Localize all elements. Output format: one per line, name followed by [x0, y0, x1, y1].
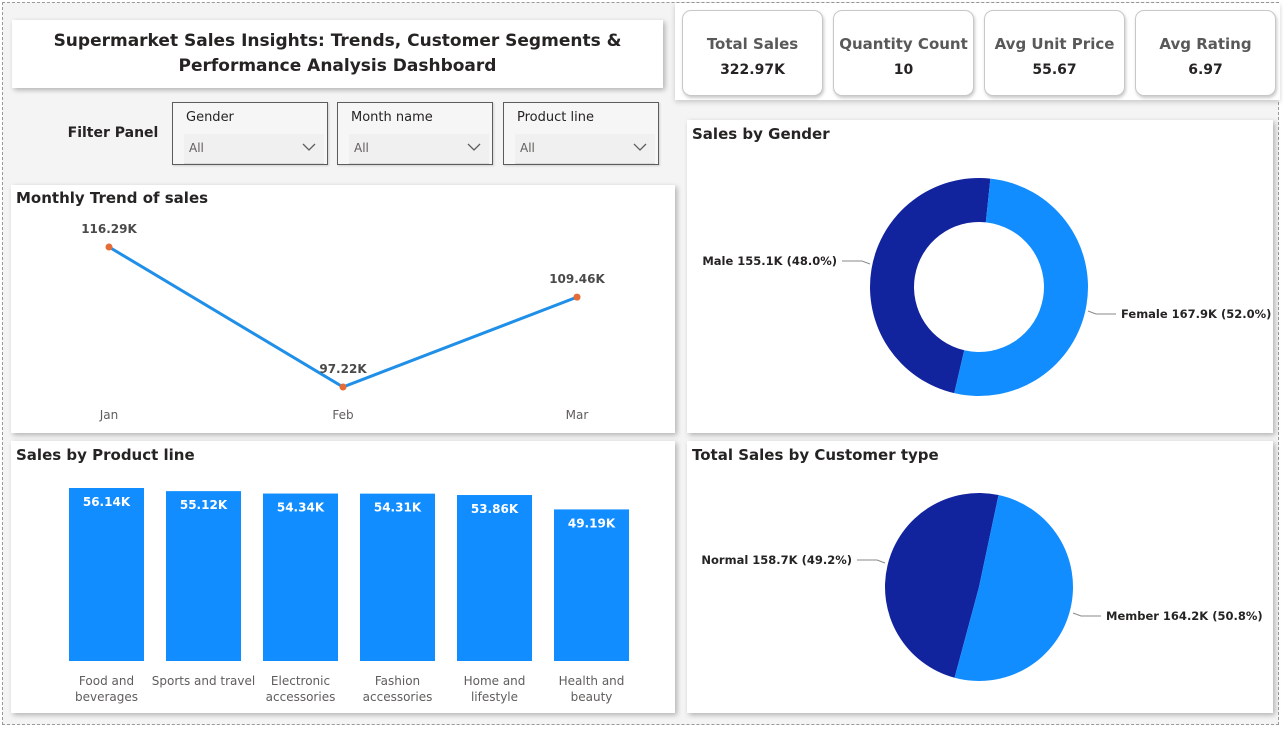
filter-panel-label: Filter Panel [67, 125, 159, 141]
chevron-down-icon [302, 143, 316, 151]
gender-dropdown[interactable]: All [184, 134, 324, 164]
month-name-dropdown[interactable]: All [349, 134, 489, 164]
slicer-gender: Gender All [172, 102, 328, 165]
slicer-title: Product line [517, 110, 594, 125]
line-chart[interactable]: 116.29K Jan 97.22K Feb 109.46K Mar [11, 185, 675, 433]
dropdown-value: All [520, 141, 535, 155]
x-tick-label: Food and [79, 674, 134, 688]
kpi-label: Avg Rating [1159, 35, 1252, 53]
kpi-value: 322.97K [720, 62, 785, 78]
dropdown-value: All [354, 141, 369, 155]
x-tick-label: Electronic [271, 674, 330, 688]
bar[interactable] [360, 493, 435, 661]
x-tick-label: beverages [75, 690, 138, 704]
kpi-label: Avg Unit Price [994, 35, 1115, 53]
kpi-card-avg-unit-price[interactable]: Avg Unit Price 55.67 [984, 10, 1125, 96]
x-tick-label: Fashion [375, 674, 420, 688]
monthly-trend-card: Monthly Trend of sales 116.29K Jan 97.22K F… [11, 185, 675, 433]
data-label: 97.22K [319, 362, 367, 376]
dropdown-value: All [189, 141, 204, 155]
bar[interactable] [263, 493, 338, 661]
bar-data-label: 49.19K [568, 516, 616, 530]
page-title-text: Supermarket Sales Insights: Trends, Cust… [53, 31, 622, 76]
slice-label: Male 155.1K (48.0%) [702, 254, 837, 268]
bar[interactable] [69, 488, 144, 661]
bar-data-label: 56.14K [83, 495, 131, 509]
bar[interactable] [554, 509, 629, 661]
bar[interactable] [166, 491, 241, 661]
leader-line [842, 260, 871, 265]
x-tick-label: Home and [464, 674, 526, 688]
slice-label: Normal 158.7K (49.2%) [701, 553, 852, 567]
sales-by-gender-card: Sales by Gender Male 155.1K (48.0%) Femal… [687, 120, 1273, 433]
slice-label: Female 167.9K (52.0%) [1121, 307, 1271, 321]
data-point-feb[interactable] [339, 383, 347, 391]
data-point-mar[interactable] [573, 293, 581, 301]
kpi-value: 6.97 [1188, 62, 1223, 78]
donut-chart[interactable]: Male 155.1K (48.0%) Female 167.9K (52.0%) [687, 120, 1273, 433]
kpi-strip: Total Sales 322.97K Quantity Count 10 Av… [675, 3, 1280, 100]
data-label: 116.29K [81, 222, 137, 236]
leader-line [857, 559, 886, 564]
product-line-dropdown[interactable]: All [515, 134, 655, 164]
slicer-title: Gender [186, 110, 234, 125]
slicer-month-name: Month name All [337, 102, 493, 165]
x-tick-label: lifestyle [471, 690, 518, 704]
kpi-value: 55.67 [1032, 62, 1077, 78]
bar-data-label: 54.31K [374, 501, 422, 515]
x-tick-label: beauty [571, 690, 613, 704]
bar-chart[interactable]: 56.14K Food and beverages 55.12K Sports and … [11, 441, 675, 713]
sales-by-customer-type-card: Total Sales by Customer type Normal 158.… [687, 441, 1273, 713]
bar[interactable] [457, 495, 532, 661]
leader-line [1072, 612, 1101, 617]
chevron-down-icon [467, 143, 481, 151]
data-point-jan[interactable] [105, 243, 113, 251]
slicer-title: Month name [351, 110, 433, 125]
kpi-label: Quantity Count [839, 35, 968, 53]
x-tick-label: Mar [566, 408, 589, 422]
x-tick-label: Feb [332, 408, 353, 422]
kpi-label: Total Sales [706, 35, 799, 53]
x-tick-label: Sports and travel [152, 674, 255, 688]
sales-by-product-line-card: Sales by Product line 56.14K Food and beve… [11, 441, 675, 713]
bar-data-label: 53.86K [471, 502, 519, 516]
kpi-value: 10 [893, 62, 914, 78]
data-label: 109.46K [549, 272, 605, 286]
bar-data-label: 54.34K [277, 501, 325, 515]
x-tick-label: Jan [99, 408, 119, 422]
slice-label: Member 164.2K (50.8%) [1106, 609, 1263, 623]
leader-line [1087, 310, 1116, 315]
bar-data-label: 55.12K [180, 498, 228, 512]
page-title: Supermarket Sales Insights: Trends, Cust… [12, 20, 663, 88]
kpi-card-avg-rating[interactable]: Avg Rating 6.97 [1135, 10, 1276, 96]
kpi-card-quantity-count[interactable]: Quantity Count 10 [833, 10, 974, 96]
slicer-product-line: Product line All [503, 102, 659, 165]
x-tick-label: accessories [363, 690, 433, 704]
chevron-down-icon [633, 143, 647, 151]
pie-chart[interactable]: Normal 158.7K (49.2%) Member 164.2K (50.8… [687, 441, 1273, 713]
x-tick-label: Health and [559, 674, 625, 688]
x-tick-label: accessories [266, 690, 336, 704]
kpi-card-total-sales[interactable]: Total Sales 322.97K [682, 10, 823, 96]
